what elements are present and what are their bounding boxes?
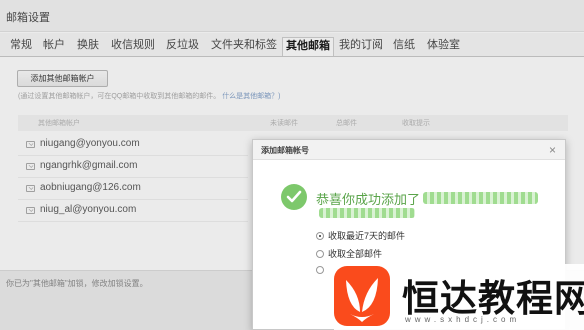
fetch-option-all[interactable]: 收取全部邮件 — [316, 247, 382, 260]
site-name: 恒达教程网 — [402, 277, 584, 320]
radio-button[interactable] — [316, 250, 324, 258]
dialog-title: 添加邮箱帐号 — [261, 146, 309, 155]
option-label: 收取最近7天的邮件 — [328, 231, 406, 241]
site-watermark: 恒达教程网 www.sxhdcj.com — [334, 264, 584, 330]
check-icon — [281, 184, 307, 210]
fetch-option-recent[interactable]: 收取最近7天的邮件 — [316, 229, 405, 242]
dialog-header: 添加邮箱帐号 × — [253, 140, 565, 160]
fetch-option-other[interactable] — [316, 265, 328, 275]
radio-button[interactable] — [316, 232, 324, 240]
radio-button[interactable] — [316, 266, 324, 274]
redacted-address — [423, 192, 538, 204]
site-url: www.sxhdcj.com — [405, 315, 521, 324]
redacted-address-continued — [319, 208, 415, 218]
option-label: 收取全部邮件 — [328, 249, 383, 259]
close-icon[interactable]: × — [549, 143, 556, 157]
success-message: 恭喜你成功添加了 — [316, 192, 421, 207]
site-logo — [334, 266, 390, 326]
